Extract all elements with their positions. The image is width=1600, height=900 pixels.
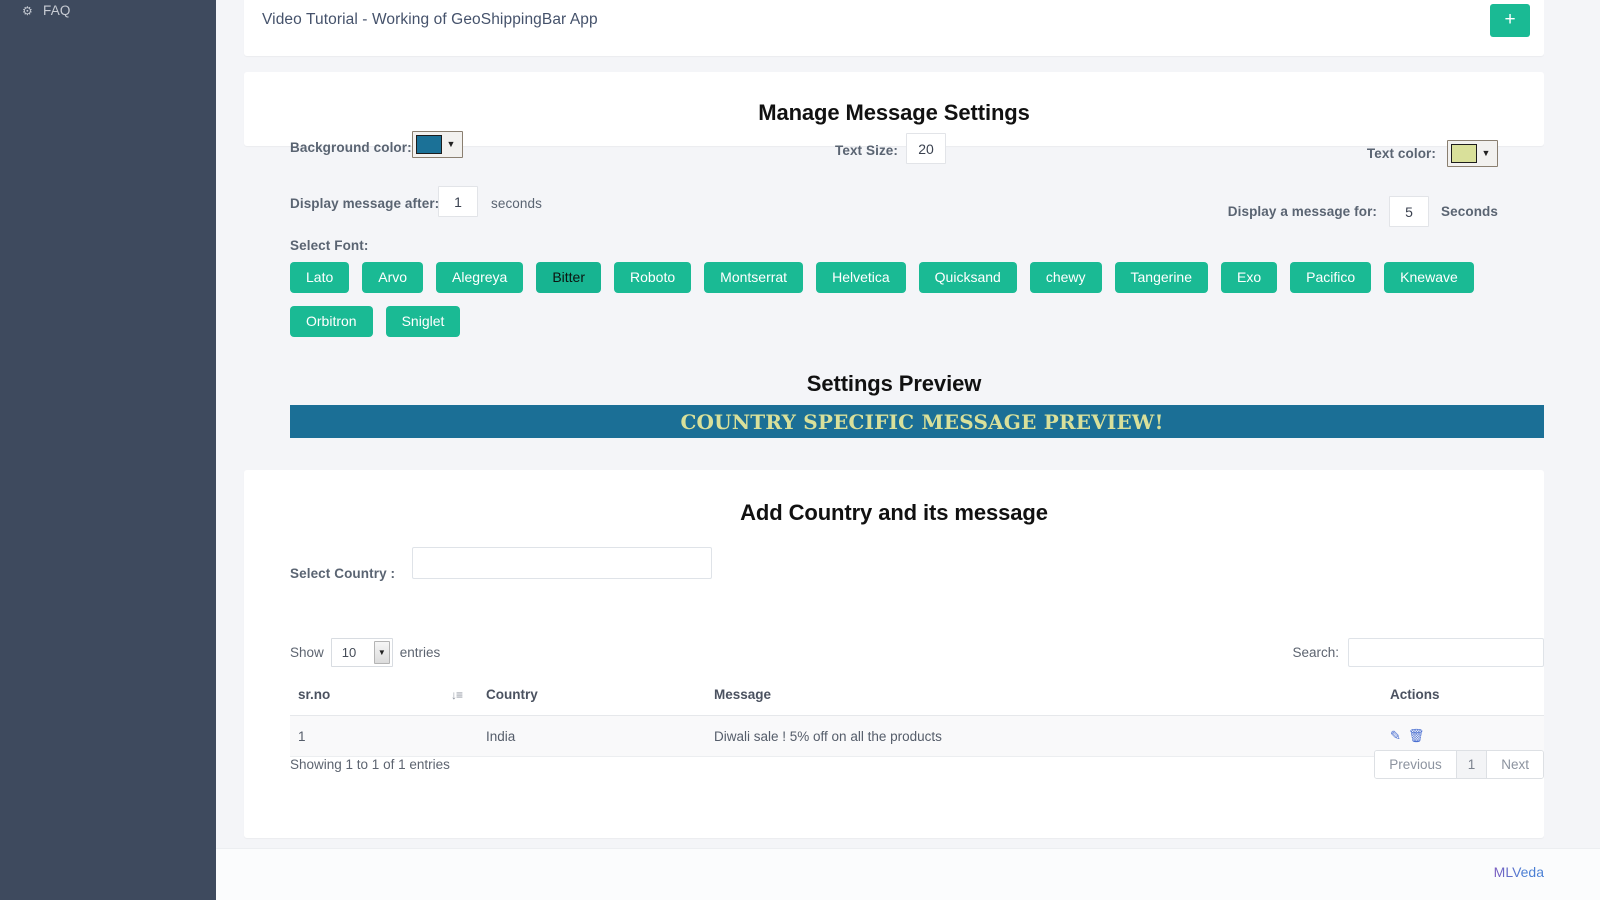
text-size-label: Text Size:	[835, 143, 899, 158]
add-country-card: Add Country and its message Select Count…	[244, 470, 1554, 838]
column-header-country[interactable]: Country	[478, 678, 706, 716]
search-label: Search:	[1292, 645, 1339, 660]
font-button-roboto[interactable]: Roboto	[614, 262, 692, 293]
select-country-label: Select Country :	[290, 566, 396, 581]
chevron-down-icon: ▼	[446, 139, 456, 149]
duration-input[interactable]	[1389, 196, 1430, 227]
column-label-message: Message	[714, 687, 772, 702]
sidebar-item-label: FAQ	[43, 3, 71, 18]
cell-country: India	[478, 715, 706, 757]
font-button-sniglet[interactable]: Sniglet	[385, 306, 461, 337]
column-label-actions: Actions	[1390, 687, 1440, 702]
font-button-montserrat[interactable]: Montserrat	[704, 262, 804, 293]
text-color-label: Text color:	[1366, 146, 1436, 161]
sort-icon: ↓≡	[450, 688, 463, 702]
background-color-picker[interactable]: ▼	[412, 131, 463, 158]
datatable-info: Showing 1 to 1 of 1 entries	[290, 757, 450, 772]
page-length-value: 10	[341, 645, 357, 660]
page-header-bar: Video Tutorial - Working of GeoShippingB…	[244, 0, 1544, 56]
duration-label: Display a message for:	[1227, 204, 1378, 219]
table-head: sr.no ↓≡ Country Message Actions	[290, 678, 1554, 716]
font-button-arvo[interactable]: Arvo	[362, 262, 424, 293]
delete-icon[interactable]: 🗑	[1408, 728, 1425, 744]
background-color-label: Background color:	[290, 140, 412, 155]
app-root: ⚙ FAQ Video Tutorial - Working of GeoShi…	[0, 0, 1600, 900]
add-country-heading: Add Country and its message	[740, 500, 1048, 525]
column-header-message[interactable]: Message	[706, 678, 1334, 716]
text-color-row: Text color: ▼	[1367, 140, 1498, 167]
manage-message-settings-card: Manage Message Settings Background color…	[244, 72, 1554, 438]
column-header-srno[interactable]: sr.no ↓≡	[290, 678, 478, 716]
page-length-select[interactable]: 10 ▼	[330, 638, 393, 667]
pagination-next[interactable]: Next	[1487, 751, 1543, 778]
pagination-page-1[interactable]: 1	[1456, 751, 1488, 778]
chevron-down-icon: ▼	[373, 641, 390, 664]
gear-icon: ⚙	[22, 4, 33, 18]
background-color-swatch	[416, 135, 442, 154]
select-country-input[interactable]	[412, 547, 712, 579]
sidebar-item-faq[interactable]: ⚙ FAQ	[0, 0, 216, 22]
text-color-swatch	[1451, 144, 1477, 163]
cell-message: Diwali sale ! 5% off on all the products	[706, 715, 1334, 757]
duration-unit-label: Seconds	[1441, 204, 1498, 219]
font-button-exo[interactable]: Exo	[1221, 262, 1278, 293]
settings-preview-banner: COUNTRY SPECIFIC MESSAGE PREVIEW!	[290, 405, 1554, 438]
font-button-bitter[interactable]: Bitter	[536, 262, 601, 293]
delay-unit-label: seconds	[491, 196, 542, 211]
entries-label: entries	[399, 645, 441, 660]
cell-srno: 1	[290, 715, 478, 757]
font-button-lato[interactable]: Lato	[290, 262, 350, 293]
font-button-quicksand[interactable]: Quicksand	[918, 262, 1017, 293]
delay-input[interactable]	[438, 186, 478, 217]
duration-row: Display a message for: Seconds	[1228, 196, 1498, 227]
font-button-pacifico[interactable]: Pacifico	[1290, 262, 1372, 293]
settings-heading: Manage Message Settings	[758, 100, 1030, 125]
delay-label: Display message after:	[290, 196, 440, 211]
footer: MLVeda	[216, 848, 1600, 900]
font-button-knewave[interactable]: Knewave	[1384, 262, 1474, 293]
page-right-gutter	[1544, 0, 1600, 900]
page-title: Video Tutorial - Working of GeoShippingB…	[262, 11, 598, 28]
column-label-country: Country	[486, 687, 538, 702]
table-header-row: sr.no ↓≡ Country Message Actions	[290, 678, 1554, 716]
country-message-table: sr.no ↓≡ Country Message Actions 1 India…	[290, 678, 1554, 757]
table-body: 1 India Diwali sale ! 5% off on all the pr…	[290, 715, 1554, 757]
font-button-tangerine[interactable]: Tangerine	[1114, 262, 1209, 293]
font-selector: Select Font: Lato Arvo Alegreya Bitter Robot…	[290, 238, 1530, 337]
font-button-alegreya[interactable]: Alegreya	[436, 262, 524, 293]
search-input[interactable]	[1348, 638, 1544, 667]
font-button-helvetica[interactable]: Helvetica	[816, 262, 906, 293]
column-header-actions: Actions	[1334, 678, 1554, 716]
font-button-orbitron[interactable]: Orbitron	[290, 306, 373, 337]
sidebar: ⚙ FAQ	[0, 0, 216, 900]
select-font-label: Select Font:	[290, 238, 369, 253]
footer-brand-link[interactable]: MLVeda	[1494, 864, 1544, 880]
font-button-list: Lato Arvo Alegreya Bitter Roboto Montserrat He…	[290, 262, 1530, 337]
text-size-input[interactable]	[906, 133, 946, 164]
text-color-picker[interactable]: ▼	[1447, 140, 1498, 167]
show-label: Show	[290, 645, 324, 660]
row-action-group: ✎ 🗑	[1342, 728, 1554, 744]
font-button-chewy[interactable]: chewy	[1029, 262, 1102, 293]
table-row: 1 India Diwali sale ! 5% off on all the pr…	[290, 715, 1554, 757]
preview-message-text: COUNTRY SPECIFIC MESSAGE PREVIEW!	[680, 409, 1164, 434]
chevron-down-icon: ▼	[1481, 148, 1491, 158]
datatable-search-control: Search:	[1292, 638, 1544, 667]
add-button[interactable]: +	[1490, 3, 1530, 37]
content-area: Video Tutorial - Working of GeoShippingB…	[216, 0, 1600, 900]
pagination-previous[interactable]: Previous	[1375, 751, 1457, 778]
settings-preview-heading: Settings Preview	[806, 371, 982, 396]
pagination: Previous 1 Next	[1374, 750, 1544, 779]
datatable-length-control: Show 10 ▼ entries	[290, 638, 440, 667]
column-label-srno: sr.no	[298, 687, 331, 702]
edit-icon[interactable]: ✎	[1390, 728, 1401, 744]
